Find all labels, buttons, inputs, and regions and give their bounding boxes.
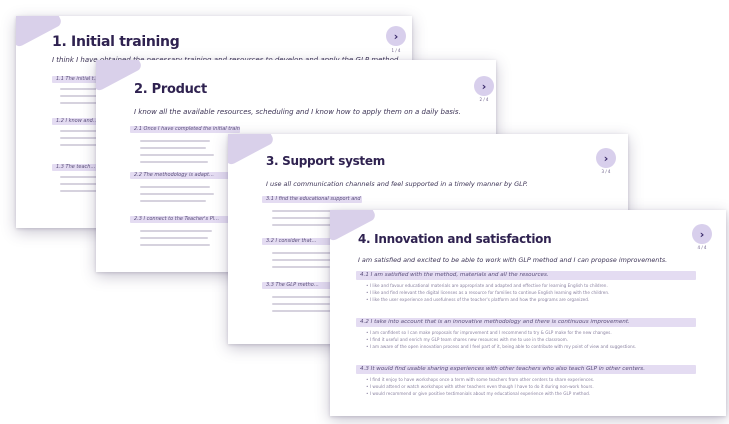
next-arrow-button[interactable]: › <box>386 26 406 46</box>
list-item: I like the user experience and usefulnes… <box>366 297 706 303</box>
page-indicator: 4 / 4 <box>697 245 707 250</box>
bullet-line <box>272 217 330 219</box>
bullet-line <box>272 210 334 212</box>
bullet-line <box>140 230 212 232</box>
next-arrow-button[interactable]: › <box>596 148 616 168</box>
slide-card-innovation-satisfaction[interactable]: 4. Innovation and satisfaction › 4 / 4 I… <box>330 210 726 416</box>
slide-title: 3. Support system <box>266 154 385 168</box>
bullet-line <box>140 237 208 239</box>
page-indicator: 3 / 4 <box>601 169 611 174</box>
chevron-right-icon: › <box>481 79 487 93</box>
section-bar: 2.1 Once I have completed the initial tr… <box>130 126 240 133</box>
list-item: I like and favour educational materials … <box>366 283 706 289</box>
slide-subtitle: I know all the available resources, sche… <box>134 108 461 116</box>
bullet-line <box>140 193 214 195</box>
page-indicator: 1 / 4 <box>391 48 401 53</box>
next-arrow-button[interactable]: › <box>692 224 712 244</box>
section-bar: 4.2 I take into account that is an innov… <box>356 318 696 327</box>
bullet-line <box>140 140 210 142</box>
chevron-right-icon: › <box>603 151 609 165</box>
slide-subtitle: I am satisfied and excited to be able to… <box>358 256 668 264</box>
bullet-line <box>272 252 332 254</box>
bullet-line <box>272 303 330 305</box>
list-item: I am aware of the open innovation proces… <box>366 344 706 350</box>
bullet-line <box>140 244 210 246</box>
slide-title: 4. Innovation and satisfaction <box>358 232 552 246</box>
bullet-line <box>272 296 334 298</box>
section-bar: 2.2 The methodology is adapt… <box>130 172 240 179</box>
next-arrow-button[interactable]: › <box>474 76 494 96</box>
bullet-line <box>140 200 206 202</box>
slide-title: 1. Initial training <box>52 34 180 50</box>
chevron-right-icon: › <box>699 227 705 241</box>
section-bar: 4.1 I am satisfied with the method, mate… <box>356 271 696 280</box>
bullet-line <box>140 147 206 149</box>
bullet-line <box>272 224 336 226</box>
bullet-line <box>272 310 336 312</box>
slide-subtitle: I use all communication channels and fee… <box>266 180 528 188</box>
bullet-line <box>272 259 336 261</box>
page-indicator: 2 / 4 <box>479 97 489 102</box>
section-bar: 4.3 It would find usable sharing experie… <box>356 365 696 374</box>
bullet-line <box>272 266 330 268</box>
list-item: I like and find relevant the digital lic… <box>366 290 706 296</box>
list-item: I find it enjoy to have workshops once a… <box>366 377 706 383</box>
list-item: I find it useful and enrich my GLP team … <box>366 337 706 343</box>
section-bar: 2.3 I connect to the Teacher's Pl… <box>130 216 240 223</box>
slide-title: 2. Product <box>134 82 207 97</box>
section-bar: 3.1 I find the educational support and c… <box>262 196 362 203</box>
bullet-line <box>140 154 214 156</box>
list-item: I am confident so I can make proposals f… <box>366 330 706 336</box>
bullet-line <box>140 186 210 188</box>
list-item: I would recommend or give positive testi… <box>366 391 706 397</box>
chevron-right-icon: › <box>393 29 399 43</box>
list-item: I would attend or watch workshops with o… <box>366 384 706 390</box>
bullet-line <box>140 161 208 163</box>
